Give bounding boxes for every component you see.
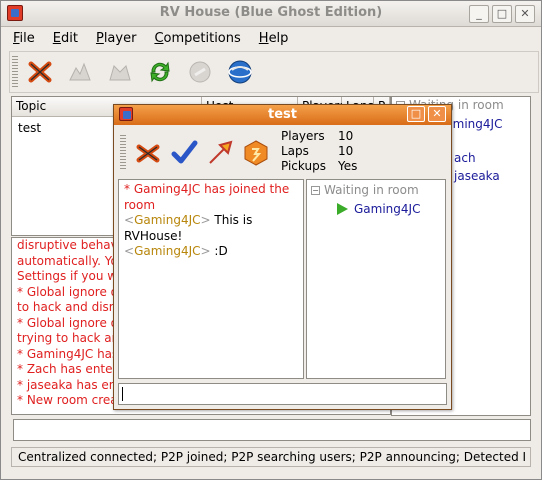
- setting-value: 10: [338, 129, 354, 143]
- user-item[interactable]: Gaming4JC: [337, 202, 420, 216]
- setting-label: Players: [281, 129, 325, 143]
- ready-check-icon[interactable]: [168, 137, 200, 169]
- room-user-tree[interactable]: − Waiting in room Gaming4JC: [306, 179, 446, 379]
- lobby-chat-input[interactable]: [13, 419, 531, 441]
- tree-group-waiting[interactable]: − Waiting in room: [311, 183, 419, 197]
- main-toolbar: [9, 51, 539, 93]
- chat-line: <Gaming4JC> This is RVHouse!: [124, 213, 253, 243]
- room-settings: Players 10 Laps 10 Pickups Yes: [278, 129, 448, 179]
- close-x-icon[interactable]: [24, 56, 56, 88]
- status-bar: Centralized connected; P2P joined; P2P s…: [11, 447, 531, 467]
- room-toolbar: [118, 129, 278, 177]
- chat-nick: Gaming4JC: [134, 213, 201, 227]
- main-titlebar[interactable]: RV House (Blue Ghost Edition) _ □ ✕: [1, 1, 541, 27]
- menu-edit[interactable]: Edit: [53, 31, 78, 46]
- minimize-button[interactable]: _: [469, 5, 489, 23]
- user-item[interactable]: jaseaka: [454, 169, 500, 183]
- chat-line: <Gaming4JC> :D: [124, 244, 228, 258]
- room-maximize-button[interactable]: □: [407, 106, 425, 122]
- menu-player[interactable]: Player: [96, 31, 136, 46]
- leave-room-icon[interactable]: [132, 137, 164, 169]
- globe-icon[interactable]: [224, 56, 256, 88]
- join-room-icon[interactable]: [104, 56, 136, 88]
- toolbar-grip[interactable]: [12, 56, 18, 88]
- maximize-button[interactable]: □: [492, 5, 512, 23]
- settings-badge-icon[interactable]: [240, 137, 272, 169]
- room-titlebar[interactable]: test □ ✕: [114, 105, 451, 125]
- room-close-button[interactable]: ✕: [428, 106, 446, 122]
- room-chat-log[interactable]: * Gaming4JC has joined the room <Gaming4…: [118, 179, 304, 379]
- chat-nick: Gaming4JC: [134, 244, 201, 258]
- table-row[interactable]: test: [18, 121, 41, 135]
- chat-message: :D: [214, 244, 228, 258]
- user-item[interactable]: ach: [454, 151, 476, 165]
- menu-competitions[interactable]: Competitions: [154, 31, 240, 46]
- menubar: File Edit Player Competitions Help: [1, 27, 541, 49]
- user-name: Gaming4JC: [354, 202, 421, 216]
- setting-value: 10: [338, 144, 354, 158]
- close-button[interactable]: ✕: [515, 5, 535, 23]
- setting-value: Yes: [338, 159, 358, 173]
- toolbar-grip[interactable]: [120, 135, 126, 171]
- disabled-icon[interactable]: [184, 56, 216, 88]
- menu-help[interactable]: Help: [259, 31, 289, 46]
- window-title: RV House (Blue Ghost Edition): [159, 5, 383, 20]
- setting-label: Laps: [281, 144, 309, 158]
- room-window: test □ ✕ Players 10 Laps 10 Pickups Yes * G…: [113, 104, 452, 410]
- menu-file[interactable]: File: [13, 31, 35, 46]
- host-room-icon[interactable]: [64, 56, 96, 88]
- chat-line: * Gaming4JC has joined the room: [124, 182, 290, 212]
- room-title: test: [268, 107, 297, 122]
- play-icon: [337, 203, 348, 215]
- refresh-icon[interactable]: [144, 56, 176, 88]
- setting-label: Pickups: [281, 159, 326, 173]
- collapse-icon[interactable]: −: [311, 185, 320, 195]
- text-caret: [122, 387, 123, 401]
- room-chat-input[interactable]: [118, 383, 447, 405]
- launch-icon[interactable]: [204, 137, 236, 169]
